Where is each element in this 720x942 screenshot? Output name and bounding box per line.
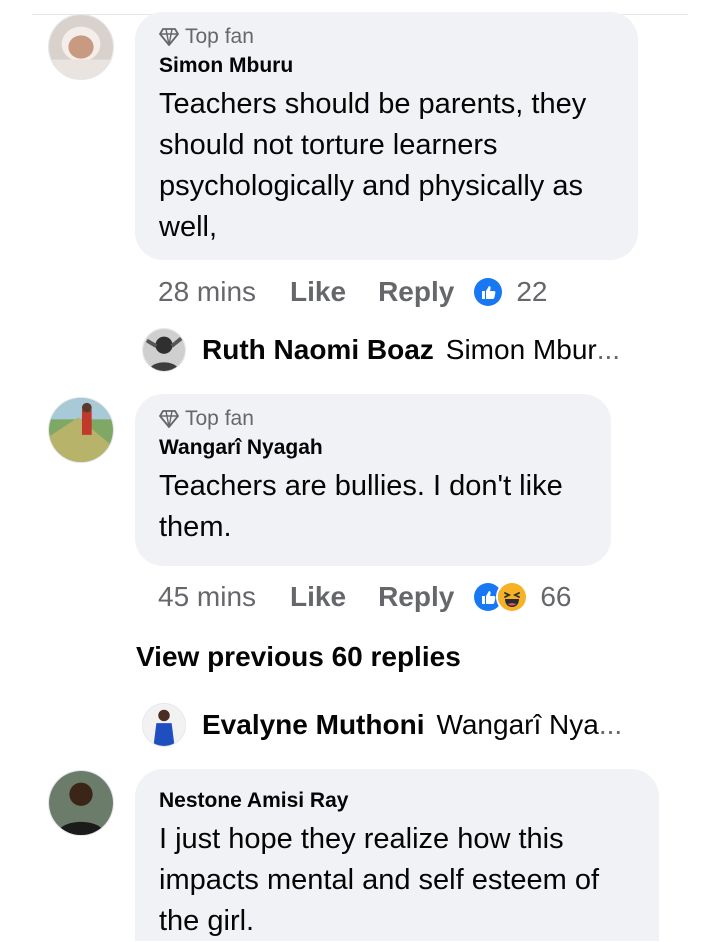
avatar xyxy=(142,703,186,747)
reply-snippet: Wangarî Nya xyxy=(436,709,599,740)
reply-author[interactable]: Ruth Naomi Boaz xyxy=(202,334,434,366)
like-button[interactable]: Like xyxy=(290,276,346,308)
reply-ellipsis: ... xyxy=(598,709,623,740)
comment-time[interactable]: 45 mins xyxy=(158,581,256,613)
portrait-avatar xyxy=(49,771,113,835)
outdoor-photo-avatar xyxy=(49,398,113,462)
haha-icon xyxy=(496,581,529,613)
comment-author[interactable]: Nestone Amisi Ray xyxy=(159,787,635,815)
like-icon xyxy=(472,276,505,308)
profile-photo xyxy=(143,704,185,746)
comment-bubble: Nestone Amisi Ray I just hope they reali… xyxy=(135,769,659,941)
comment-text: Teachers are bullies. I don't like them. xyxy=(159,470,563,543)
top-fan-badge: Top fan xyxy=(159,406,587,432)
comment-author[interactable]: Wangarî Nyagah xyxy=(159,434,587,462)
comment-actions: 28 mins Like Reply 22 xyxy=(158,276,547,308)
reply-button[interactable]: Reply xyxy=(378,581,454,613)
reaction-count: 66 xyxy=(540,581,572,612)
reply-snippet: Simon Mbur xyxy=(445,334,597,365)
diamond-icon xyxy=(159,28,179,46)
reply-button[interactable]: Reply xyxy=(378,276,454,308)
avatar[interactable] xyxy=(48,14,114,80)
reply-author[interactable]: Evalyne Muthoni xyxy=(202,709,424,741)
like-button[interactable]: Like xyxy=(290,581,346,613)
reaction-count: 22 xyxy=(516,276,548,307)
comment-text: I just hope they realize how this impact… xyxy=(159,823,600,937)
reply-preview[interactable]: Evalyne Muthoni Wangarî Nya... xyxy=(142,703,622,747)
reaction-icons[interactable] xyxy=(472,581,529,613)
badge-label: Top fan xyxy=(185,25,254,48)
baby-photo-avatar xyxy=(49,15,113,79)
comment-time[interactable]: 28 mins xyxy=(158,276,256,308)
avatar[interactable] xyxy=(48,770,114,836)
view-previous-replies-link[interactable]: View previous 60 replies xyxy=(136,641,461,673)
avatar xyxy=(142,328,186,372)
comment-bubble: Top fan Simon Mburu Teachers should be p… xyxy=(135,12,638,260)
diamond-icon xyxy=(159,410,179,428)
comment-bubble: Top fan Wangarî Nyagah Teachers are bull… xyxy=(135,394,611,566)
badge-label: Top fan xyxy=(185,407,254,430)
profile-photo xyxy=(143,329,185,371)
reply-ellipsis: ... xyxy=(596,334,621,365)
avatar[interactable] xyxy=(48,397,114,463)
comment-actions: 45 mins Like Reply 66 xyxy=(158,581,571,613)
reply-preview[interactable]: Ruth Naomi Boaz Simon Mbur... xyxy=(142,328,620,372)
reaction-icons[interactable] xyxy=(472,276,505,308)
top-fan-badge: Top fan xyxy=(159,24,614,50)
comment-text: Teachers should be parents, they should … xyxy=(159,88,587,243)
comment-author[interactable]: Simon Mburu xyxy=(159,52,614,80)
